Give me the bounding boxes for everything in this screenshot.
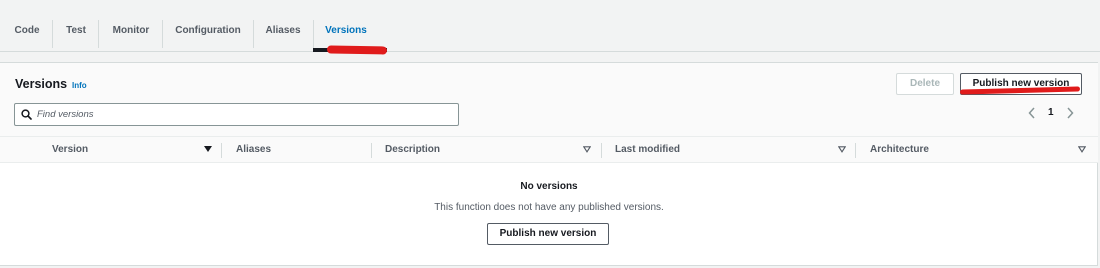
chevron-right-icon[interactable]	[1066, 107, 1074, 122]
versions-panel: Versions Info Delete Publish new version…	[0, 62, 1098, 266]
column-divider	[221, 143, 222, 158]
tab-test[interactable]: Test	[64, 0, 88, 52]
column-header-version[interactable]: Version	[52, 137, 88, 163]
column-divider	[855, 143, 856, 158]
sort-descending-icon[interactable]	[204, 146, 212, 153]
tab-bar: Code Test Monitor Configuration Aliases …	[0, 0, 1100, 52]
tab-monitor[interactable]: Monitor	[110, 0, 152, 52]
tab-divider	[98, 20, 99, 48]
tab-aliases[interactable]: Aliases	[265, 0, 301, 52]
sort-icon[interactable]	[583, 146, 591, 153]
search-field[interactable]	[14, 103, 459, 126]
panel-header: Versions Info Delete Publish new version…	[0, 63, 1098, 136]
chevron-left-icon[interactable]	[1028, 107, 1036, 122]
tab-divider	[253, 20, 254, 48]
sort-icon[interactable]	[838, 146, 846, 153]
column-divider	[371, 143, 372, 158]
column-divider	[601, 143, 602, 158]
tab-configuration[interactable]: Configuration	[175, 0, 241, 52]
panel-title: Versions	[15, 77, 68, 91]
pagination: 1	[1028, 107, 1078, 121]
column-header-aliases: Aliases	[236, 144, 272, 155]
delete-button[interactable]: Delete	[896, 73, 954, 95]
search-icon	[21, 109, 32, 120]
column-header-last-modified[interactable]: Last modified	[615, 137, 680, 163]
tab-divider	[313, 20, 314, 48]
tab-code[interactable]: Code	[14, 0, 40, 52]
search-input[interactable]	[37, 107, 447, 122]
current-page-number[interactable]: 1	[1048, 107, 1054, 118]
tab-divider	[162, 20, 163, 48]
table-header: Version Aliases Description Last modifie…	[0, 136, 1098, 163]
empty-state-description: This function does not have any publishe…	[434, 202, 664, 213]
tab-versions[interactable]: Versions	[325, 0, 367, 52]
tab-divider	[52, 20, 53, 48]
column-header-description[interactable]: Description	[385, 137, 440, 163]
column-header-architecture[interactable]: Architecture	[870, 137, 929, 163]
publish-new-version-empty-button[interactable]: Publish new version	[487, 223, 609, 245]
empty-state-title: No versions	[520, 181, 578, 192]
info-link[interactable]: Info	[72, 81, 87, 90]
sort-icon[interactable]	[1078, 146, 1086, 153]
red-annotation-mark	[326, 45, 388, 55]
